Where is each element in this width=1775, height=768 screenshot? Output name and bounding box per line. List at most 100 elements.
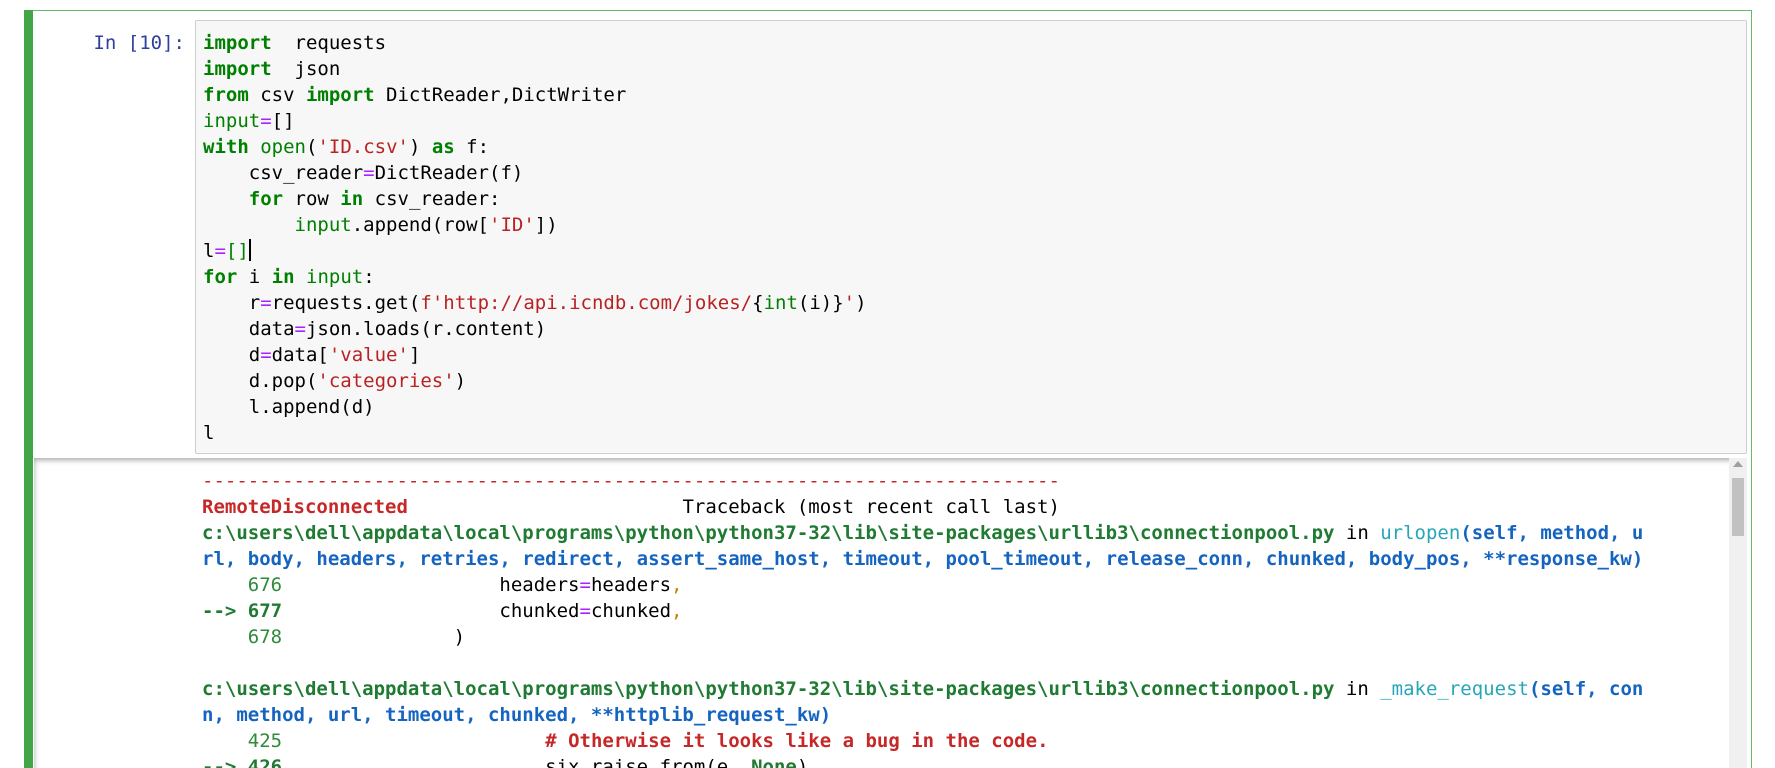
code-line-token: DictReader,DictWriter: [374, 84, 627, 106]
code-line-token: as: [431, 136, 455, 158]
output-line-token: chunked: [282, 600, 580, 622]
code-line-token: open: [260, 136, 306, 158]
output-line-token: c:\users\dell\appdata\local\programs\pyt…: [202, 678, 1335, 700]
output-line-token: 425: [202, 730, 283, 752]
code-line-token: l: [203, 240, 215, 262]
output-line-token: =: [579, 600, 591, 622]
output-line: 678 ): [202, 624, 1643, 650]
output-line: c:\users\dell\appdata\local\programs\pyt…: [202, 520, 1643, 546]
output-line-token: chunked: [590, 600, 672, 622]
code-line: d=data['value']: [203, 342, 867, 368]
output-area[interactable]: ----------------------------------------…: [34, 458, 1747, 768]
code-line-token: int: [763, 292, 798, 314]
code-line-token: ): [408, 136, 432, 158]
code-line-token: import: [305, 84, 375, 106]
output-line: 425 # Otherwise it looks like a bug in t…: [202, 728, 1643, 754]
code-line: with open('ID.csv') as f:: [203, 134, 867, 160]
output-line-token: =: [579, 574, 591, 596]
output-line-token: _make_request: [1380, 678, 1529, 700]
code-line-token: for: [203, 266, 238, 288]
output-line-token: [282, 730, 545, 752]
output-line-token: in: [1334, 522, 1381, 544]
code-line-token: l.append(d): [203, 396, 375, 418]
code-line-token: d.pop(: [203, 370, 318, 392]
code-line-token: csv_reader:: [363, 188, 501, 210]
code-line-token: =: [260, 292, 272, 314]
code-line-token: (i)}: [797, 292, 844, 314]
output-line-token: RemoteDisconnected: [202, 496, 408, 518]
code-line-token: f'http://api.icndb.com/jokes/: [420, 292, 753, 314]
code-line-token: [203, 214, 295, 236]
code-line-token: [249, 136, 260, 158]
output-line-token: ----------------------------------------…: [202, 470, 1060, 492]
output-line-token: --> 426: [202, 756, 283, 768]
output-line-token: # Otherwise it looks like a bug in the c…: [545, 730, 1049, 752]
cell-selection-bar: [24, 10, 33, 768]
code-line-token: ): [454, 370, 467, 392]
code-line: l=[]: [203, 238, 867, 264]
scroll-up-arrow-icon[interactable]: [1733, 461, 1743, 467]
code-line-token: ]: [408, 344, 421, 366]
code-line-token: import: [203, 32, 272, 54]
output-line: rl, body, headers, retries, redirect, as…: [202, 546, 1643, 572]
code-line: l: [203, 420, 867, 446]
output-scrollbar[interactable]: [1729, 458, 1747, 768]
code-line-token: [203, 188, 249, 210]
code-line: data=json.loads(r.content): [203, 316, 867, 342]
code-line-token: json.loads(r.content): [305, 318, 547, 340]
code-line-token: =: [214, 240, 226, 262]
output-line-token: headers: [590, 574, 672, 596]
code-line-token: l: [203, 422, 215, 444]
code-line: for i in input:: [203, 264, 867, 290]
code-line-token: data: [203, 318, 295, 340]
code-editor[interactable]: import requests import json from csv impor…: [203, 30, 867, 446]
code-line: d.pop('categories'): [203, 368, 867, 394]
code-line-token: requests.get(: [271, 292, 421, 314]
code-line-token: DictReader(f): [374, 162, 524, 184]
code-line-token: 'ID.csv': [317, 136, 409, 158]
code-line-token: =: [260, 110, 272, 132]
code-line: import requests: [203, 30, 867, 56]
code-line-token: (: [305, 136, 318, 158]
output-line-token: six.raise_from(e,: [282, 756, 752, 768]
code-line-token: ]): [534, 214, 558, 236]
top-margin: [0, 0, 1775, 10]
code-line: csv_reader=DictReader(f): [203, 160, 867, 186]
code-line-token: {: [752, 292, 764, 314]
input-prompt: In [10]:: [93, 32, 185, 54]
code-line: r=requests.get(f'http://api.icndb.com/jo…: [203, 290, 867, 316]
output-line-token: (self, method, u: [1460, 522, 1644, 544]
output-line-token: ): [796, 756, 809, 768]
code-line-token: :: [363, 266, 375, 288]
code-line-token: r: [203, 292, 261, 314]
code-line: l.append(d): [203, 394, 867, 420]
code-line-token: input: [306, 266, 364, 288]
code-line-token: =: [260, 344, 272, 366]
code-line-token: in: [340, 188, 364, 210]
code-line: input=[]: [203, 108, 867, 134]
output-line: --> 677 chunked=chunked,: [202, 598, 1643, 624]
code-line: input.append(row['ID']): [203, 212, 867, 238]
code-line-token: data[: [271, 344, 329, 366]
output-line: c:\users\dell\appdata\local\programs\pyt…: [202, 676, 1643, 702]
code-line: from csv import DictReader,DictWriter: [203, 82, 867, 108]
code-line-token: d: [203, 344, 261, 366]
output-line-token: (self, con: [1528, 678, 1644, 700]
output-line-token: --> 677: [202, 600, 283, 622]
code-line-token: requests: [271, 32, 387, 54]
code-line: import json: [203, 56, 867, 82]
output-line: n, method, url, timeout, chunked, **http…: [202, 702, 1643, 728]
code-line-token: in: [271, 266, 295, 288]
output-line-token: in: [1334, 678, 1381, 700]
code-line-token: []: [271, 110, 295, 132]
scroll-thumb[interactable]: [1732, 478, 1744, 536]
code-input-area[interactable]: import requests import json from csv impor…: [195, 20, 1747, 454]
code-line-token: 'ID': [489, 214, 535, 236]
output-line-token: 676: [202, 574, 283, 596]
output-line-token: ,: [671, 600, 683, 622]
code-line-token: []: [225, 240, 249, 262]
code-line-token: f:: [454, 136, 490, 158]
output-line-token: urlopen: [1380, 522, 1461, 544]
code-line-token: 'value': [328, 344, 409, 366]
